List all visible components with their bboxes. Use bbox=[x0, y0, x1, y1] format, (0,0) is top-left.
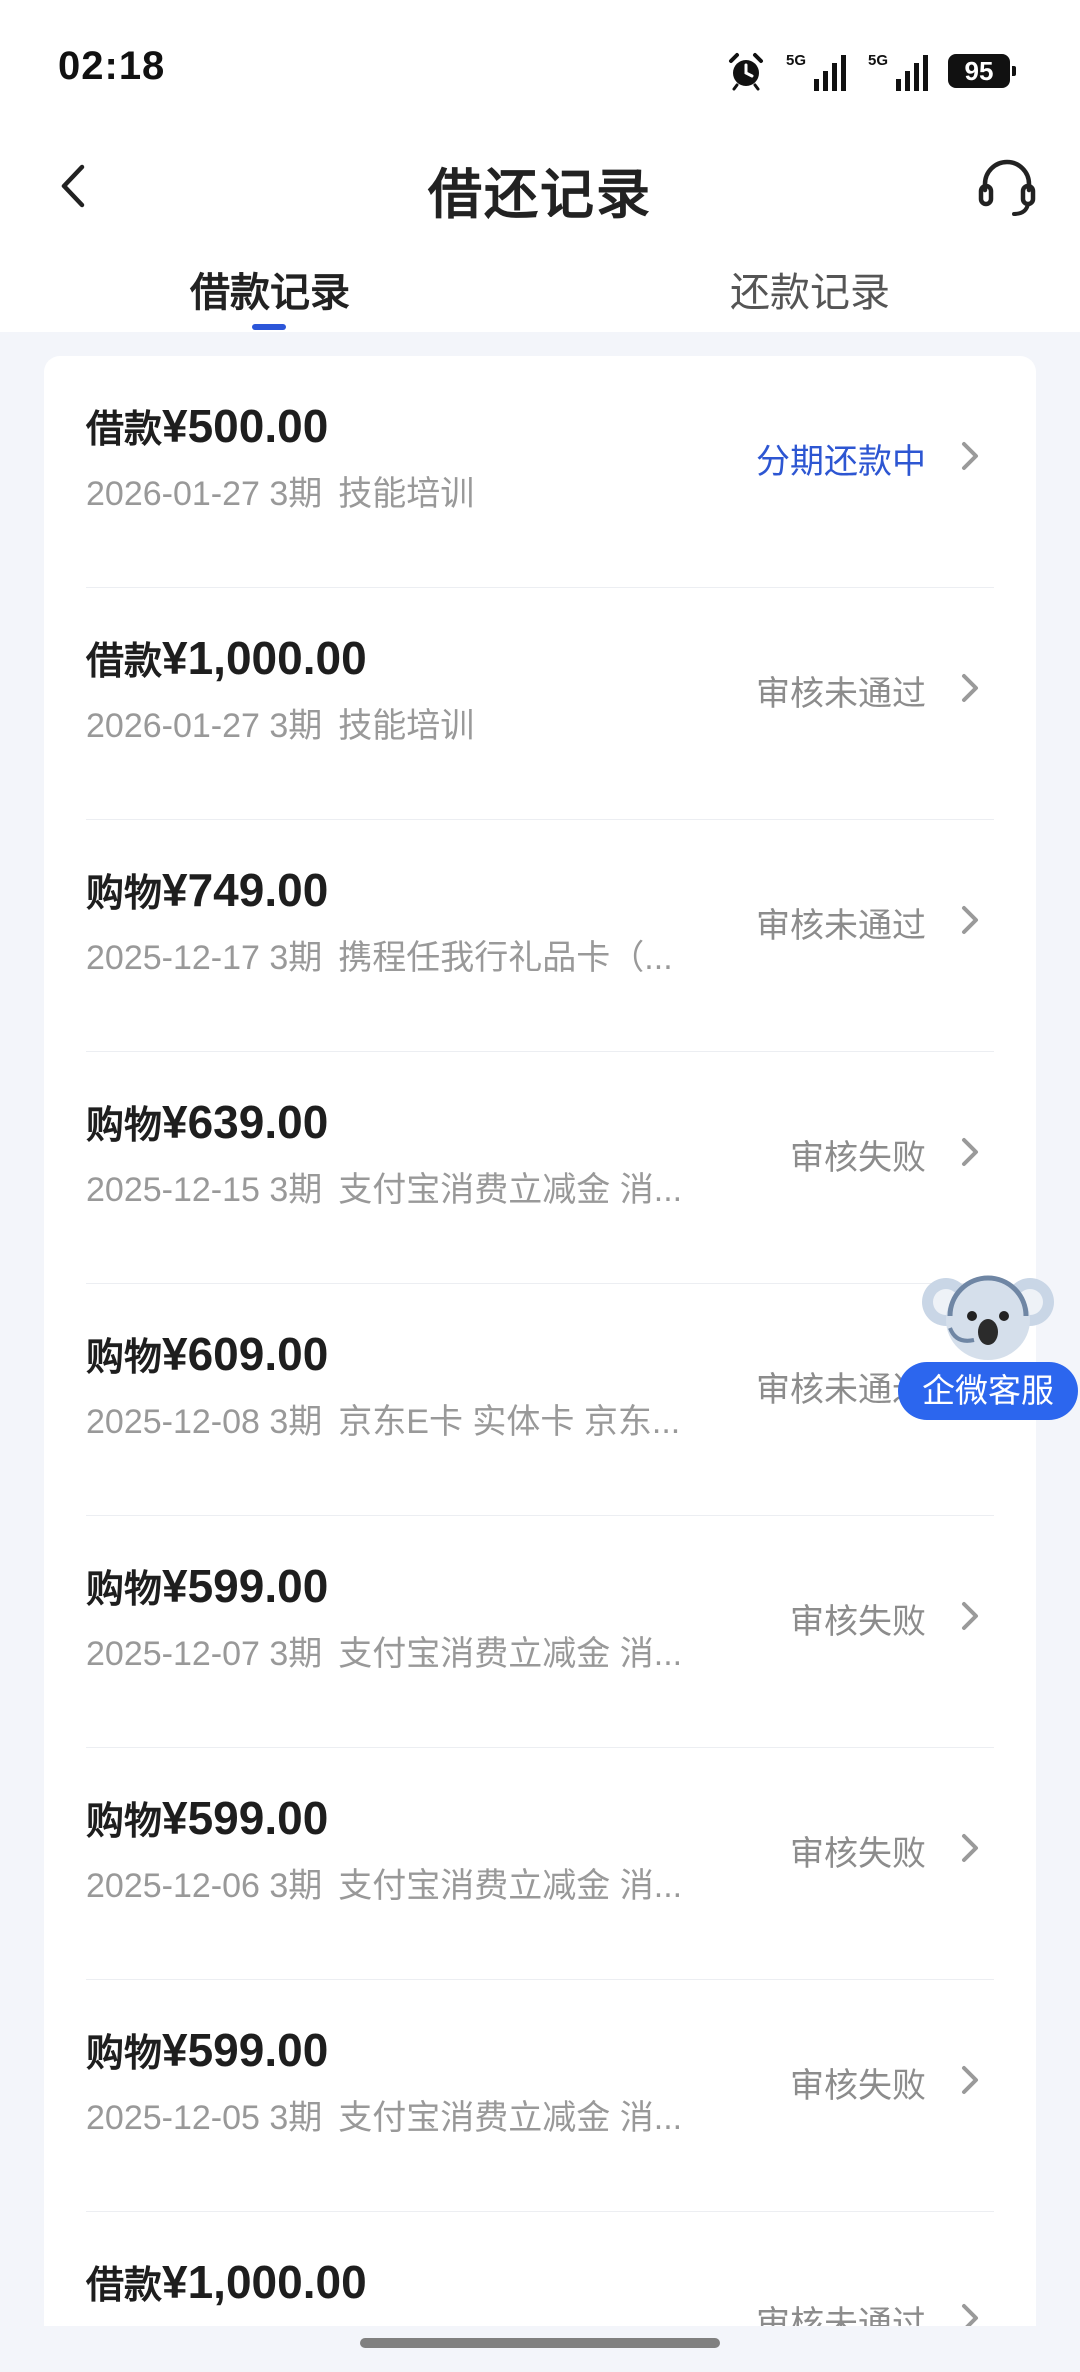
record-amount: 购物¥639.00 bbox=[86, 1096, 329, 1148]
chevron-right-icon bbox=[962, 906, 978, 934]
record-details: 2025-12-05 3期 支付宝消费立减金 消... bbox=[86, 2099, 683, 2137]
record-amount: 购物¥609.00 bbox=[86, 1328, 329, 1380]
chevron-right-icon bbox=[962, 674, 978, 702]
enterprise-wechat-service-label[interactable]: 企微客服 bbox=[898, 1362, 1078, 1420]
status-label: 审核未通过 bbox=[756, 675, 926, 713]
status-label: 审核失败 bbox=[790, 1603, 926, 1641]
customer-service-button[interactable] bbox=[972, 152, 1042, 222]
koala-mascot-icon bbox=[922, 1275, 1054, 1360]
record-details: 2025-12-06 3期 支付宝消费立减金 消... bbox=[86, 1867, 683, 1905]
record-list: 借款¥500.00 2026-01-27 3期 技能培训 分期还款中 借款¥1,0… bbox=[44, 356, 1036, 2326]
battery-indicator: 95 bbox=[948, 54, 1016, 88]
signal-icon: 5G bbox=[866, 49, 930, 93]
list-item[interactable]: 购物¥749.00 2025-12-17 3期 携程任我行礼品卡（... 审核未通… bbox=[44, 820, 1036, 1052]
status-label: 审核未通过 bbox=[756, 2305, 926, 2326]
nav-bar: 借还记录 bbox=[0, 130, 1080, 250]
signal-1-label: 5G bbox=[786, 52, 806, 69]
list-item[interactable]: 购物¥599.00 2025-12-06 3期 支付宝消费立减金 消... 审核失… bbox=[44, 1748, 1036, 1980]
record-details: 2025-12-15 3期 支付宝消费立减金 消... bbox=[86, 1171, 683, 1209]
chevron-right-icon bbox=[962, 2304, 978, 2326]
record-details: 2025-12-07 3期 支付宝消费立减金 消... bbox=[86, 1635, 683, 1673]
list-item[interactable]: 购物¥609.00 2025-12-08 3期 京东E卡 实体卡 京东... 审核… bbox=[44, 1284, 1036, 1516]
record-details: 2026-01-27 3期 技能培训 bbox=[86, 475, 475, 513]
record-details: 2025-12-08 3期 京东E卡 实体卡 京东... bbox=[86, 1403, 681, 1441]
chevron-right-icon bbox=[962, 1138, 978, 1166]
record-amount: 购物¥599.00 bbox=[86, 1560, 329, 1612]
list-item[interactable]: 购物¥599.00 2025-12-05 3期 支付宝消费立减金 消... 审核失… bbox=[44, 1980, 1036, 2212]
page-title: 借还记录 bbox=[428, 165, 652, 225]
chevron-right-icon bbox=[962, 442, 978, 470]
list-item[interactable]: 借款¥500.00 2026-01-27 3期 技能培训 分期还款中 bbox=[44, 356, 1036, 588]
headset-icon bbox=[978, 159, 1036, 216]
tab-loan-records[interactable]: 借款记录 bbox=[120, 260, 420, 318]
chevron-right-icon bbox=[962, 2066, 978, 2094]
alarm-icon bbox=[726, 51, 766, 91]
signal-2-label: 5G bbox=[868, 52, 888, 69]
status-label: 审核失败 bbox=[790, 2067, 926, 2105]
status-bar: 02:18 5G 5G 95 bbox=[0, 0, 1080, 140]
status-label: 审核失败 bbox=[790, 1835, 926, 1873]
record-details: 2025-12-17 3期 携程任我行礼品卡（... bbox=[86, 939, 673, 977]
status-label: 分期还款中 bbox=[756, 443, 926, 481]
record-amount: 借款¥1,000.00 bbox=[86, 632, 367, 684]
list-item[interactable]: 购物¥639.00 2025-12-15 3期 支付宝消费立减金 消... 审核失… bbox=[44, 1052, 1036, 1284]
floating-customer-service[interactable]: 企微客服 bbox=[898, 1266, 1080, 1426]
record-details: 2026-01-27 3期 技能培训 bbox=[86, 707, 475, 745]
tab-repayment-records[interactable]: 还款记录 bbox=[660, 260, 960, 318]
status-icons: 5G 5G 95 bbox=[726, 46, 1016, 96]
status-label: 审核未通过 bbox=[756, 907, 926, 945]
signal-icon: 5G bbox=[784, 49, 848, 93]
chevron-right-icon bbox=[962, 1602, 978, 1630]
record-amount: 购物¥599.00 bbox=[86, 1792, 329, 1844]
record-amount: 购物¥599.00 bbox=[86, 2024, 329, 2076]
active-tab-indicator bbox=[252, 324, 286, 330]
record-tabs: 借款记录 还款记录 bbox=[0, 250, 1080, 332]
list-item[interactable]: 借款¥1,000.00 审核未通过 bbox=[44, 2212, 1036, 2326]
list-item[interactable]: 借款¥1,000.00 2026-01-27 3期 技能培训 审核未通过 bbox=[44, 588, 1036, 820]
record-amount: 借款¥500.00 bbox=[86, 400, 329, 452]
chevron-right-icon bbox=[962, 1834, 978, 1862]
top-area: 02:18 5G 5G 95 借还记录 借款记录 还款记录 bbox=[0, 0, 1080, 332]
status-label: 审核失败 bbox=[790, 1139, 926, 1177]
status-time: 02:18 bbox=[58, 44, 166, 88]
home-indicator[interactable] bbox=[360, 2338, 720, 2348]
list-item[interactable]: 购物¥599.00 2025-12-07 3期 支付宝消费立减金 消... 审核失… bbox=[44, 1516, 1036, 1748]
record-amount: 购物¥749.00 bbox=[86, 864, 329, 916]
record-amount: 借款¥1,000.00 bbox=[86, 2256, 367, 2308]
